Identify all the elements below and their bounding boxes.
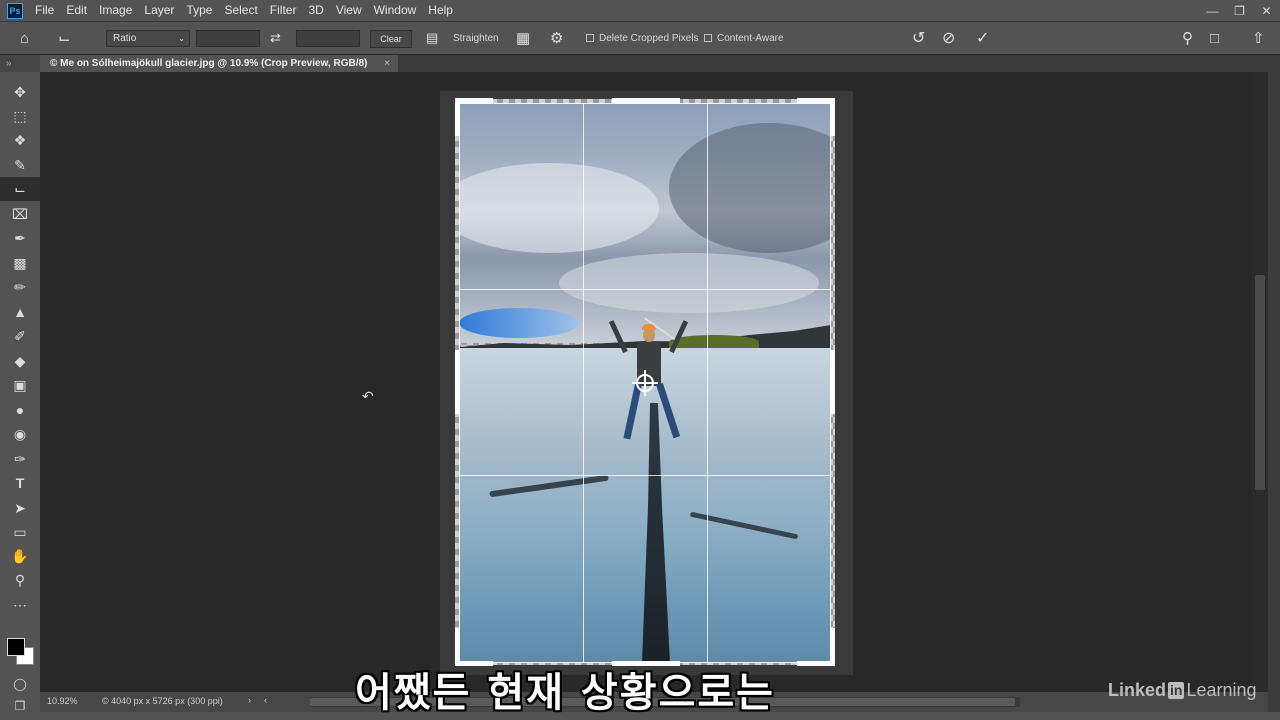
delete-cropped-checkbox[interactable]: Delete Cropped Pixels [586, 22, 699, 54]
menu-window[interactable]: Window [368, 0, 423, 21]
gear-icon[interactable]: ⚙ [550, 22, 563, 54]
cancel-icon[interactable]: ⊘ [942, 22, 955, 54]
window-controls: — ❐ ✕ [1199, 0, 1280, 21]
content-aware-checkbox[interactable]: Content-Aware [704, 22, 784, 54]
swap-icon[interactable]: ⇄ [270, 22, 281, 54]
vertical-scrollbar-thumb[interactable] [1255, 275, 1265, 490]
crop-center-target-icon[interactable] [632, 370, 658, 396]
eyedropper-icon[interactable]: ✒ [0, 226, 40, 250]
straighten-icon[interactable]: ▤ [426, 22, 438, 54]
menu-help[interactable]: Help [422, 0, 459, 21]
frame-icon[interactable]: ⌧ [0, 202, 40, 226]
brush-icon[interactable]: ✏ [0, 275, 40, 299]
more-icon[interactable]: ⋯ [0, 593, 40, 617]
dodge-icon[interactable]: ◉ [0, 422, 40, 446]
delete-cropped-label: Delete Cropped Pixels [599, 32, 699, 44]
hand-icon[interactable]: ✋ [0, 544, 40, 568]
crop-handle-top[interactable] [612, 98, 680, 103]
eraser-icon[interactable]: ◆ [0, 349, 40, 373]
right-panel-edge [1268, 72, 1280, 720]
crop-grid-line [707, 103, 708, 663]
lasso-icon[interactable]: ❖ [0, 128, 40, 152]
menu-select[interactable]: Select [218, 0, 263, 21]
history-brush-icon[interactable]: ✐ [0, 324, 40, 348]
menu-layer[interactable]: Layer [138, 0, 180, 21]
panel-expand-icon[interactable]: » [0, 55, 40, 72]
video-subtitle: 어쨌든 현재 상황으로는 [355, 670, 775, 716]
tab-close-icon[interactable]: × [384, 55, 390, 72]
menu-file[interactable]: File [29, 0, 60, 21]
height-field[interactable] [296, 30, 360, 47]
menu-3d[interactable]: 3D [302, 0, 329, 21]
gradient-icon[interactable]: ▣ [0, 373, 40, 397]
restore-icon[interactable]: ❐ [1226, 0, 1253, 21]
minimize-icon[interactable]: — [1199, 0, 1226, 21]
crop-grid-line [459, 289, 831, 290]
straighten-label[interactable]: Straighten [453, 22, 499, 54]
ratio-select[interactable]: Ratio ⌄ [106, 30, 190, 47]
crop-handle-right[interactable] [830, 350, 835, 414]
document-tab-bar: © Me on Sólheimajökull glacier.jpg @ 10.… [40, 55, 1280, 72]
foreground-color-swatch[interactable] [7, 638, 25, 656]
close-icon[interactable]: ✕ [1253, 0, 1280, 21]
stamp-icon[interactable]: ▲ [0, 300, 40, 324]
photoshop-logo-icon: Ps [7, 2, 23, 19]
watermark-in: in [1168, 682, 1185, 699]
crop-handle-top-left[interactable] [455, 98, 460, 136]
share-icon[interactable]: ⇧ [1252, 22, 1265, 54]
clear-button[interactable]: Clear [370, 30, 412, 48]
crop-handle-top-right[interactable] [830, 98, 835, 136]
menu-edit[interactable]: Edit [60, 0, 93, 21]
path-select-icon[interactable]: ➤ [0, 496, 40, 520]
blur-icon[interactable]: ● [0, 398, 40, 422]
zoom-icon[interactable]: ⚲ [0, 568, 40, 592]
crop-handle-top-left[interactable] [455, 98, 493, 103]
document-tab-title: © Me on Sólheimajökull glacier.jpg @ 10.… [50, 58, 368, 69]
watermark-linked: Linked [1108, 680, 1167, 700]
width-field[interactable] [196, 30, 260, 47]
crop-preset-icon[interactable]: ⌙ [58, 22, 71, 54]
menu-view[interactable]: View [330, 0, 368, 21]
menu-bar: Ps File Edit Image Layer Type Select Fil… [0, 0, 1280, 21]
overlay-grid-icon[interactable]: ▦ [516, 22, 530, 54]
reset-icon[interactable]: ↺ [912, 22, 925, 54]
workspace-icon[interactable]: □ [1210, 22, 1219, 54]
quick-select-icon[interactable]: ✎ [0, 153, 40, 177]
rotate-cursor-icon: ↶ [362, 388, 374, 404]
document-tab[interactable]: © Me on Sólheimajökull glacier.jpg @ 10.… [40, 55, 398, 72]
menu-image[interactable]: Image [93, 0, 138, 21]
content-aware-check[interactable] [704, 34, 712, 42]
crop-grid-line [459, 475, 831, 476]
chevron-down-icon: ⌄ [178, 34, 185, 43]
crop-handle-left[interactable] [455, 350, 460, 414]
search-icon[interactable]: ⚲ [1182, 22, 1193, 54]
vertical-scrollbar[interactable] [1252, 72, 1268, 692]
options-bar: ⌂ ⌙ Ratio ⌄ ⇄ Clear ▤ Straighten ▦ ⚙ Del… [0, 21, 1280, 55]
commit-check-icon[interactable]: ✓ [976, 22, 989, 54]
healing-icon[interactable]: ▩ [0, 251, 40, 275]
watermark-learning: Learning [1186, 680, 1257, 700]
content-aware-label: Content-Aware [717, 32, 784, 44]
ratio-select-value: Ratio [113, 33, 137, 44]
move-icon[interactable]: ✥ [0, 80, 40, 104]
rectangle-icon[interactable]: ▭ [0, 520, 40, 544]
crop-icon[interactable]: ⌙ [0, 177, 40, 201]
crop-grid-line [583, 103, 584, 663]
menu-type[interactable]: Type [180, 0, 218, 21]
menu-filter[interactable]: Filter [264, 0, 303, 21]
home-icon[interactable]: ⌂ [20, 22, 29, 54]
tools-panel: ✥ ⬚ ❖ ✎ ⌙ ⌧ ✒ ▩ ✏ ▲ ✐ ◆ ▣ ● ◉ ✑ T ➤ ▭ ✋ … [0, 72, 40, 720]
delete-cropped-check[interactable] [586, 34, 594, 42]
linkedin-learning-logo: Linked in Learning [1108, 680, 1257, 701]
pen-icon[interactable]: ✑ [0, 447, 40, 471]
marquee-icon[interactable]: ⬚ [0, 104, 40, 128]
type-icon[interactable]: T [0, 471, 40, 495]
